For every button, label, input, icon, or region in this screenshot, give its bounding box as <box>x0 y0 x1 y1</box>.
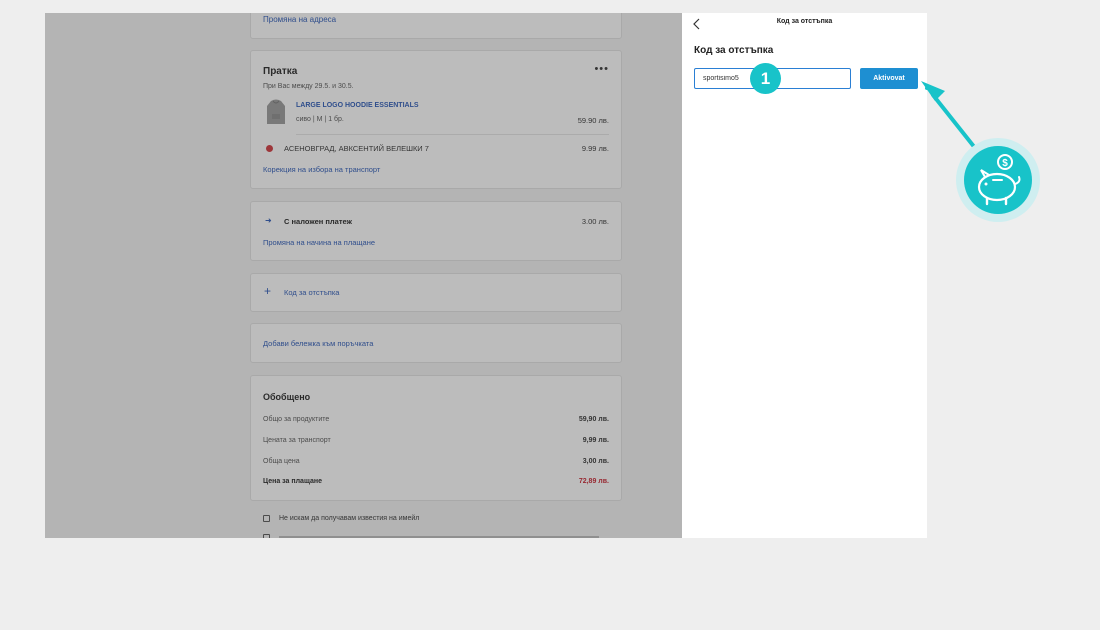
drawer-section-title: Код за отстъпка <box>694 45 774 56</box>
piggy-bank-circle: $ <box>964 146 1032 214</box>
piggy-bank-badge: $ <box>956 138 1040 222</box>
drawer-header-title: Код за отстъпка <box>776 18 833 25</box>
step-number: 1 <box>760 69 771 88</box>
piggy-bank-icon: $ <box>977 154 1021 206</box>
step-badge: 1 <box>750 63 781 94</box>
svg-text:$: $ <box>1002 158 1008 169</box>
app-frame: Промяна на адреса Пратка ••• При Вас меж… <box>45 13 927 538</box>
modal-backdrop[interactable] <box>45 13 682 538</box>
discount-drawer: Код за отстъпка Код за отстъпка Aktivova… <box>682 13 927 538</box>
